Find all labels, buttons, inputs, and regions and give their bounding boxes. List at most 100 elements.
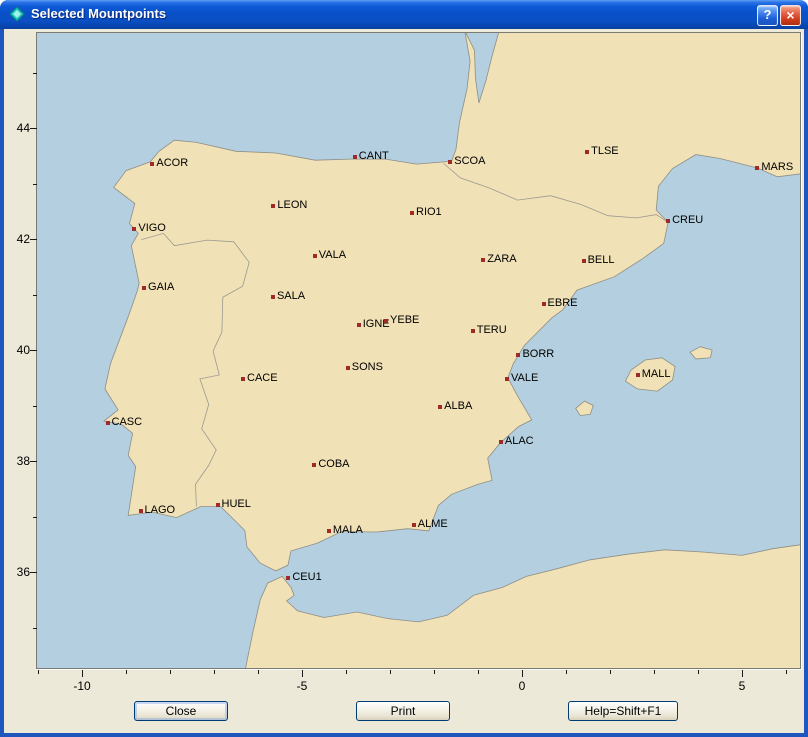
station-marker <box>327 529 331 533</box>
station-marker <box>313 254 317 258</box>
y-tick-label: 38 <box>6 454 30 468</box>
station-marker <box>142 286 146 290</box>
station-marker <box>353 155 357 159</box>
map-plot: ACORCANTSCOATLSEMARSVIGOLEONRIO1CREUVALA… <box>36 32 801 669</box>
station-label: CASC <box>112 416 143 429</box>
station-marker <box>106 421 110 425</box>
station-marker <box>312 463 316 467</box>
station-label: LAGO <box>145 504 176 517</box>
axis-tick <box>126 670 127 674</box>
station-marker <box>499 440 503 444</box>
station-label: VIGO <box>138 222 166 235</box>
station-marker <box>505 377 509 381</box>
station-label: VALE <box>511 372 538 385</box>
station-marker <box>666 219 670 223</box>
help-shortcut-button[interactable]: Help=Shift+F1 <box>568 701 678 721</box>
station-label: SCOA <box>454 155 485 168</box>
station-label: ALBA <box>444 400 472 413</box>
station-label: ACOR <box>156 157 188 170</box>
station-label: MALA <box>333 524 363 537</box>
axis-tick <box>258 670 259 674</box>
x-tick-label: 0 <box>507 679 537 693</box>
station-label: MALL <box>642 368 671 381</box>
close-window-button[interactable]: × <box>780 5 801 26</box>
axis-tick <box>30 128 37 129</box>
station-marker <box>438 405 442 409</box>
app-icon <box>9 6 25 22</box>
axis-tick <box>30 350 37 351</box>
station-marker <box>357 323 361 327</box>
station-marker <box>585 150 589 154</box>
axis-tick <box>698 670 699 674</box>
station-label: TLSE <box>591 145 619 158</box>
close-button[interactable]: Close <box>134 701 228 721</box>
station-layer: ACORCANTSCOATLSEMARSVIGOLEONRIO1CREUVALA… <box>37 33 800 668</box>
station-label: ALAC <box>505 435 534 448</box>
axis-tick <box>30 239 37 240</box>
axis-tick <box>346 670 347 674</box>
axis-tick <box>38 670 39 674</box>
station-marker <box>271 204 275 208</box>
station-label: CEU1 <box>292 571 321 584</box>
title-bar[interactable]: Selected Mountpoints ? × <box>0 0 808 29</box>
station-label: YEBE <box>390 314 419 327</box>
axis-tick <box>786 670 787 674</box>
station-label: SONS <box>352 361 383 374</box>
station-marker <box>542 302 546 306</box>
axis-tick <box>33 517 37 518</box>
station-marker <box>150 162 154 166</box>
station-marker <box>412 523 416 527</box>
axis-tick <box>33 295 37 296</box>
dialog-window: Selected Mountpoints ? × ACOR CANT SCOA TLS… <box>0 0 808 737</box>
axis-tick <box>390 670 391 674</box>
station-label: BORR <box>522 348 554 361</box>
y-tick-label: 42 <box>6 232 30 246</box>
help-button[interactable]: ? <box>757 5 778 26</box>
axis-tick <box>30 572 37 573</box>
window-title: Selected Mountpoints <box>31 6 166 21</box>
station-label: TERU <box>477 324 507 337</box>
x-tick-label: -10 <box>67 679 97 693</box>
station-marker <box>139 509 143 513</box>
axis-tick <box>33 184 37 185</box>
station-marker <box>384 319 388 323</box>
station-label: GAIA <box>148 281 174 294</box>
station-label: COBA <box>318 458 349 471</box>
station-label: ZARA <box>487 253 516 266</box>
axis-tick <box>30 461 37 462</box>
print-button[interactable]: Print <box>356 701 450 721</box>
station-label: RIO1 <box>416 206 442 219</box>
axis-tick <box>33 73 37 74</box>
axis-tick <box>610 670 611 674</box>
axis-tick <box>214 670 215 674</box>
station-marker <box>216 503 220 507</box>
axis-tick <box>33 628 37 629</box>
axis-tick <box>302 670 303 677</box>
station-marker <box>582 259 586 263</box>
axis-tick <box>654 670 655 674</box>
y-tick-label: 40 <box>6 343 30 357</box>
station-label: CREU <box>672 214 703 227</box>
station-marker <box>132 227 136 231</box>
station-label: MARS <box>761 161 793 174</box>
station-marker <box>471 329 475 333</box>
x-tick-label: 5 <box>727 679 757 693</box>
station-marker <box>516 353 520 357</box>
station-marker <box>346 366 350 370</box>
station-marker <box>286 576 290 580</box>
station-label: SALA <box>277 290 305 303</box>
axis-tick <box>434 670 435 674</box>
dialog-client-area: ACORCANTSCOATLSEMARSVIGOLEONRIO1CREUVALA… <box>4 29 804 733</box>
station-marker <box>481 258 485 262</box>
station-label: BELL <box>588 254 615 267</box>
station-label: VALA <box>319 249 346 262</box>
axis-tick <box>170 670 171 674</box>
station-label: CANT <box>359 150 389 163</box>
station-marker <box>755 166 759 170</box>
station-marker <box>636 373 640 377</box>
axis-tick <box>478 670 479 674</box>
station-label: EBRE <box>548 297 578 310</box>
station-label: ALME <box>418 518 448 531</box>
y-tick-label: 44 <box>6 121 30 135</box>
axis-tick <box>566 670 567 674</box>
